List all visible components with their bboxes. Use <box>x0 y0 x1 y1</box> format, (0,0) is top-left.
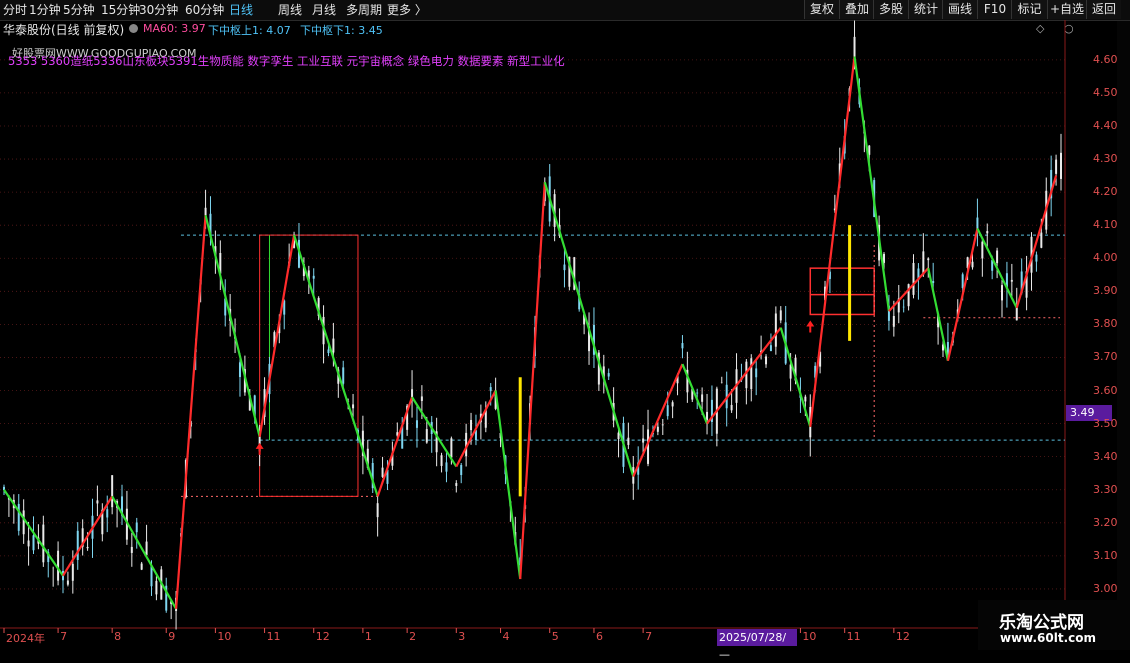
x-tick-label: 2 <box>409 630 417 643</box>
site-url: www.60lt.com <box>1000 631 1097 645</box>
x-tick-label: 10 <box>217 630 232 643</box>
y-tick-label: 3.80 <box>1093 317 1118 331</box>
y-tick-label: 4.40 <box>1093 118 1118 132</box>
zigzag-up-segment <box>632 363 684 477</box>
x-tick-label: 2024年 <box>6 632 45 645</box>
zigzag-down-segment <box>204 215 261 438</box>
x-tick-label: 10 <box>802 630 817 643</box>
zigzag-down-segment <box>411 396 458 468</box>
zigzag-up-segment <box>706 327 782 425</box>
x-tick-label: 12 <box>895 630 910 643</box>
x-tick-label: 1 <box>364 630 372 643</box>
zigzag-up-segment <box>376 396 414 497</box>
y-tick-label: 3.50 <box>1093 416 1118 430</box>
x-tick-label: 11 <box>846 630 861 643</box>
zigzag-down-segment <box>111 495 178 610</box>
zigzag-down-segment <box>779 327 812 428</box>
y-tick-label: 3.90 <box>1093 284 1118 298</box>
x-tick-label: 11 <box>266 630 281 643</box>
zigzag-down-segment <box>3 489 64 577</box>
zigzag-up-segment <box>455 390 497 468</box>
y-tick-label: 3.30 <box>1093 482 1118 496</box>
y-tick-label: 4.00 <box>1093 251 1118 265</box>
concept-tags: 5353 5360造纸5336山东板块5391生物质能 数字孪生 工业互联 元宇… <box>8 54 565 68</box>
zigzag-down-segment <box>494 390 522 580</box>
zigzag-up-segment <box>1015 175 1058 309</box>
site-name: 乐淘公式网 <box>999 613 1084 633</box>
zigzag-up-segment <box>174 215 207 609</box>
y-tick-label: 4.30 <box>1093 152 1118 166</box>
zigzag-down-segment <box>976 228 1018 309</box>
buy-arrow-icon <box>806 320 815 333</box>
y-tick-label: 3.60 <box>1093 383 1118 397</box>
zigzag-down-segment <box>853 56 891 312</box>
y-tick-label: 3.40 <box>1093 449 1118 463</box>
x-tick-label: 8 <box>114 630 122 643</box>
zigzag-up-segment <box>62 495 114 577</box>
x-cursor-date: 2025/07/28/— <box>717 629 797 661</box>
x-tick-label: 7 <box>645 630 653 643</box>
y-tick-label: 3.10 <box>1093 548 1118 562</box>
y-tick-label: 3.70 <box>1093 350 1118 364</box>
buy-arrow-icon <box>255 442 264 455</box>
zigzag-up-segment <box>258 234 296 438</box>
y-tick-label: 4.60 <box>1093 52 1118 66</box>
zigzag-up-segment <box>519 182 546 580</box>
y-tick-label: 4.20 <box>1093 185 1118 199</box>
zigzag-down-segment <box>543 181 635 477</box>
zigzag-down-segment <box>681 363 709 425</box>
x-tick-label: 5 <box>551 630 559 643</box>
zigzag-up-segment <box>809 56 856 428</box>
y-tick-label: 3.20 <box>1093 515 1118 529</box>
x-tick-label: 3 <box>458 630 466 643</box>
x-tick-label: 4 <box>502 630 510 643</box>
y-tick-label: 4.10 <box>1093 218 1118 232</box>
right-sidebar[interactable] <box>1117 21 1130 621</box>
y-tick-label: 3.00 <box>1093 581 1118 595</box>
zigzag-up-segment <box>946 228 979 362</box>
x-tick-label: 12 <box>315 630 330 643</box>
x-tick-label: 9 <box>168 630 176 643</box>
y-tick-label: 4.50 <box>1093 85 1118 99</box>
zigzag-down-segment <box>927 267 950 361</box>
zigzag-down-segment <box>293 234 379 497</box>
kline-chart[interactable] <box>0 0 1130 650</box>
x-tick-label: 6 <box>595 630 603 643</box>
x-tick-label: 7 <box>60 630 68 643</box>
